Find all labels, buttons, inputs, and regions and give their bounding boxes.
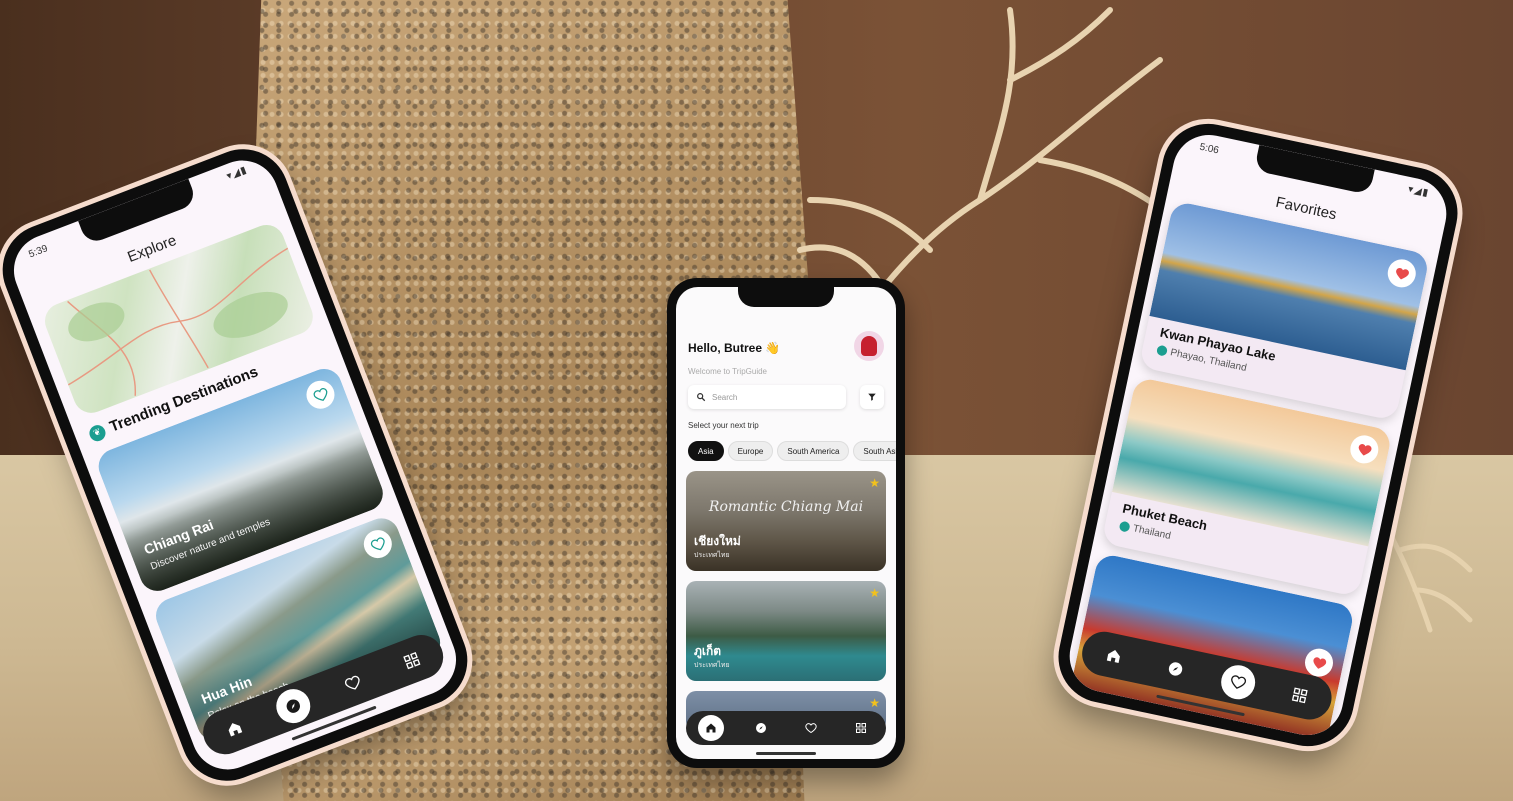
heart-icon xyxy=(805,723,817,734)
favorite-button[interactable] xyxy=(302,376,339,413)
location-pin-icon: ⬤ xyxy=(1117,520,1132,534)
trip-card[interactable]: ★ Romantic Chiang Mai เชียงใหม่ ประเทศไท… xyxy=(686,471,886,571)
chip-europe[interactable]: Europe xyxy=(727,441,774,461)
welcome-text: Welcome to TripGuide xyxy=(688,367,767,376)
grid-icon xyxy=(1292,687,1308,704)
nav-favorites[interactable] xyxy=(1217,662,1259,703)
nav-more[interactable] xyxy=(1280,675,1320,715)
home-icon xyxy=(706,723,716,733)
star-icon: ★ xyxy=(869,696,880,710)
trip-overlay-text: Romantic Chiang Mai xyxy=(708,499,864,515)
location-text: Thailand xyxy=(1131,523,1172,542)
nav-home[interactable] xyxy=(698,715,724,741)
favorite-button[interactable] xyxy=(359,525,396,563)
heart-icon xyxy=(344,675,360,690)
avatar[interactable] xyxy=(854,331,884,361)
compass-icon xyxy=(756,723,766,733)
filter-button[interactable] xyxy=(860,385,884,409)
heart-outline-icon xyxy=(370,537,384,551)
nav-more[interactable] xyxy=(848,715,874,741)
nav-home[interactable] xyxy=(1094,636,1134,676)
nav-explore[interactable] xyxy=(748,715,774,741)
heart-filled-icon xyxy=(1395,267,1409,279)
search-field[interactable]: Search xyxy=(688,385,846,409)
leaf-icon: ❦ xyxy=(86,422,108,444)
location-pin-icon: ⬤ xyxy=(1155,344,1169,358)
nav-favorites[interactable] xyxy=(331,661,375,705)
home-icon xyxy=(228,723,242,737)
trip-subtitle: ประเทศไทย xyxy=(694,552,730,559)
star-icon: ★ xyxy=(869,586,880,600)
home-screen: Hello, Butree 👋 Welcome to TripGuide Sea… xyxy=(676,287,896,759)
phone-notch xyxy=(738,287,834,307)
compass-icon xyxy=(286,699,301,713)
heart-outline-icon xyxy=(312,387,327,401)
trip-card[interactable]: ★ ภูเก็ต ประเทศไทย xyxy=(686,581,886,681)
grid-icon xyxy=(403,651,421,670)
nav-explore[interactable] xyxy=(1156,649,1196,689)
category-chips: Asia Europe South America South Asia xyxy=(688,441,896,461)
chip-asia[interactable]: Asia xyxy=(688,441,724,461)
search-icon xyxy=(697,393,706,402)
star-icon: ★ xyxy=(869,476,880,490)
avatar-icon xyxy=(861,336,877,356)
greeting: Hello, Butree 👋 xyxy=(688,341,781,355)
nav-favorites[interactable] xyxy=(798,715,824,741)
home-indicator xyxy=(756,752,816,755)
status-icons: ▾◢▮ xyxy=(225,164,249,183)
trip-subtitle: ประเทศไทย xyxy=(694,662,730,669)
heart-icon xyxy=(1230,675,1246,689)
center-phone: Hello, Butree 👋 Welcome to TripGuide Sea… xyxy=(667,278,905,768)
nav-more[interactable] xyxy=(390,639,434,683)
section-label: Select your next trip xyxy=(688,421,759,430)
trip-title: เชียงใหม่ xyxy=(694,534,741,548)
bottom-nav xyxy=(686,711,886,745)
compass-icon xyxy=(1169,662,1183,676)
status-time: 5:06 xyxy=(1198,141,1220,157)
heart-filled-icon xyxy=(1312,656,1326,669)
chip-south-america[interactable]: South America xyxy=(777,441,850,461)
status-icons: ▾◢▮ xyxy=(1406,183,1431,200)
grid-icon xyxy=(856,723,866,733)
filter-icon xyxy=(868,393,876,401)
status-time: 5:39 xyxy=(27,243,50,261)
search-placeholder: Search xyxy=(712,392,738,402)
nav-explore[interactable] xyxy=(271,684,316,729)
trip-title: ภูเก็ต xyxy=(694,644,722,658)
heart-filled-icon xyxy=(1358,443,1372,455)
nav-home[interactable] xyxy=(212,707,256,751)
home-icon xyxy=(1106,649,1120,663)
chip-south-asia[interactable]: South Asia xyxy=(853,441,896,461)
